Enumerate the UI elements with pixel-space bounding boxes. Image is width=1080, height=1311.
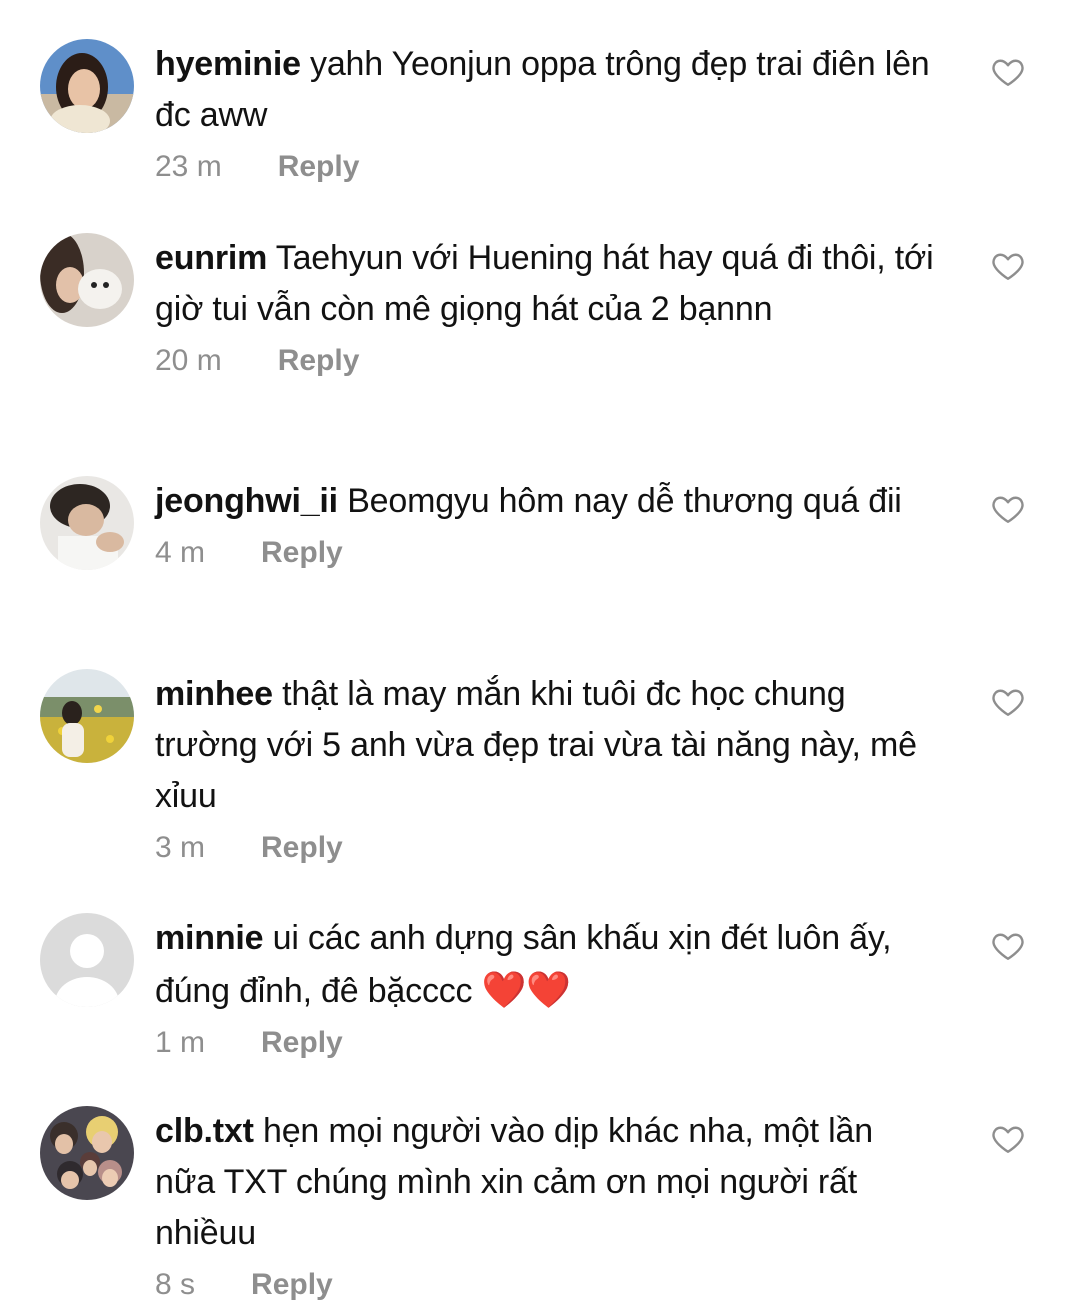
- avatar[interactable]: [40, 1106, 134, 1200]
- reply-button[interactable]: Reply: [261, 533, 343, 573]
- username[interactable]: jeonghwi_ii: [155, 482, 338, 520]
- reply-button[interactable]: Reply: [278, 147, 360, 187]
- comment-text: clb.txt hẹn mọi người vào dịp khác nha, …: [155, 1106, 935, 1259]
- heart-outline-icon: [992, 59, 1024, 86]
- username[interactable]: minnie: [155, 919, 264, 957]
- avatar[interactable]: [40, 476, 134, 570]
- comment-body: hyeminie yahh Yeonjun oppa trông đẹp tra…: [155, 39, 935, 187]
- heart-outline-icon: [992, 496, 1024, 523]
- timestamp: 20 m: [155, 344, 222, 377]
- username[interactable]: clb.txt: [155, 1112, 254, 1150]
- reply-button[interactable]: Reply: [261, 828, 343, 868]
- username[interactable]: minhee: [155, 675, 273, 713]
- reply-button[interactable]: Reply: [278, 341, 360, 381]
- comment-text: minhee thật là may mắn khi tuôi đc học c…: [155, 669, 935, 822]
- heart-outline-icon: [992, 253, 1024, 280]
- comment-message: Taehyun với Huening hát hay quá đi thôi,…: [155, 239, 934, 328]
- like-button[interactable]: [990, 684, 1026, 720]
- comment-meta: 4 m Reply: [155, 533, 935, 573]
- timestamp: 1 m: [155, 1026, 206, 1059]
- comment-meta: 23 m Reply: [155, 147, 935, 187]
- heart-emoji: ❤️❤️: [481, 969, 571, 1010]
- comment-meta: 20 m Reply: [155, 341, 935, 381]
- like-button[interactable]: [990, 928, 1026, 964]
- comment-body: jeonghwi_ii Beomgyu hôm nay dễ thương qu…: [155, 476, 935, 573]
- avatar[interactable]: [40, 669, 134, 763]
- comment-meta: 1 m Reply: [155, 1023, 935, 1063]
- comment-meta: 3 m Reply: [155, 828, 935, 868]
- comment-body: minnie ui các anh dựng sân khấu xịn đét …: [155, 913, 935, 1063]
- comment-message: Beomgyu hôm nay dễ thương quá đii: [347, 482, 902, 520]
- like-button[interactable]: [990, 248, 1026, 284]
- timestamp: 3 m: [155, 831, 206, 864]
- reply-button[interactable]: Reply: [261, 1023, 343, 1063]
- avatar[interactable]: [40, 39, 134, 133]
- like-button[interactable]: [990, 54, 1026, 90]
- heart-outline-icon: [992, 1126, 1024, 1153]
- username[interactable]: hyeminie: [155, 45, 301, 83]
- heart-outline-icon: [992, 689, 1024, 716]
- comment-body: clb.txt hẹn mọi người vào dịp khác nha, …: [155, 1106, 935, 1305]
- default-avatar[interactable]: [40, 913, 134, 1007]
- comment-text: jeonghwi_ii Beomgyu hôm nay dễ thương qu…: [155, 476, 935, 527]
- comment-text: hyeminie yahh Yeonjun oppa trông đẹp tra…: [155, 39, 935, 141]
- comment-meta: 8 s Reply: [155, 1265, 935, 1305]
- heart-outline-icon: [992, 933, 1024, 960]
- username[interactable]: eunrim: [155, 239, 267, 277]
- comment-text: minnie ui các anh dựng sân khấu xịn đét …: [155, 913, 935, 1017]
- reply-button[interactable]: Reply: [251, 1265, 333, 1305]
- timestamp: 23 m: [155, 150, 222, 183]
- timestamp: 4 m: [155, 536, 206, 569]
- comment-body: eunrim Taehyun với Huening hát hay quá đ…: [155, 233, 935, 381]
- like-button[interactable]: [990, 1121, 1026, 1157]
- comment-text: eunrim Taehyun với Huening hát hay quá đ…: [155, 233, 935, 335]
- comment-message: hẹn mọi người vào dịp khác nha, một lần …: [155, 1112, 873, 1252]
- avatar[interactable]: [40, 233, 134, 327]
- comment-body: minhee thật là may mắn khi tuôi đc học c…: [155, 669, 935, 868]
- timestamp: 8 s: [155, 1268, 196, 1301]
- like-button[interactable]: [990, 491, 1026, 527]
